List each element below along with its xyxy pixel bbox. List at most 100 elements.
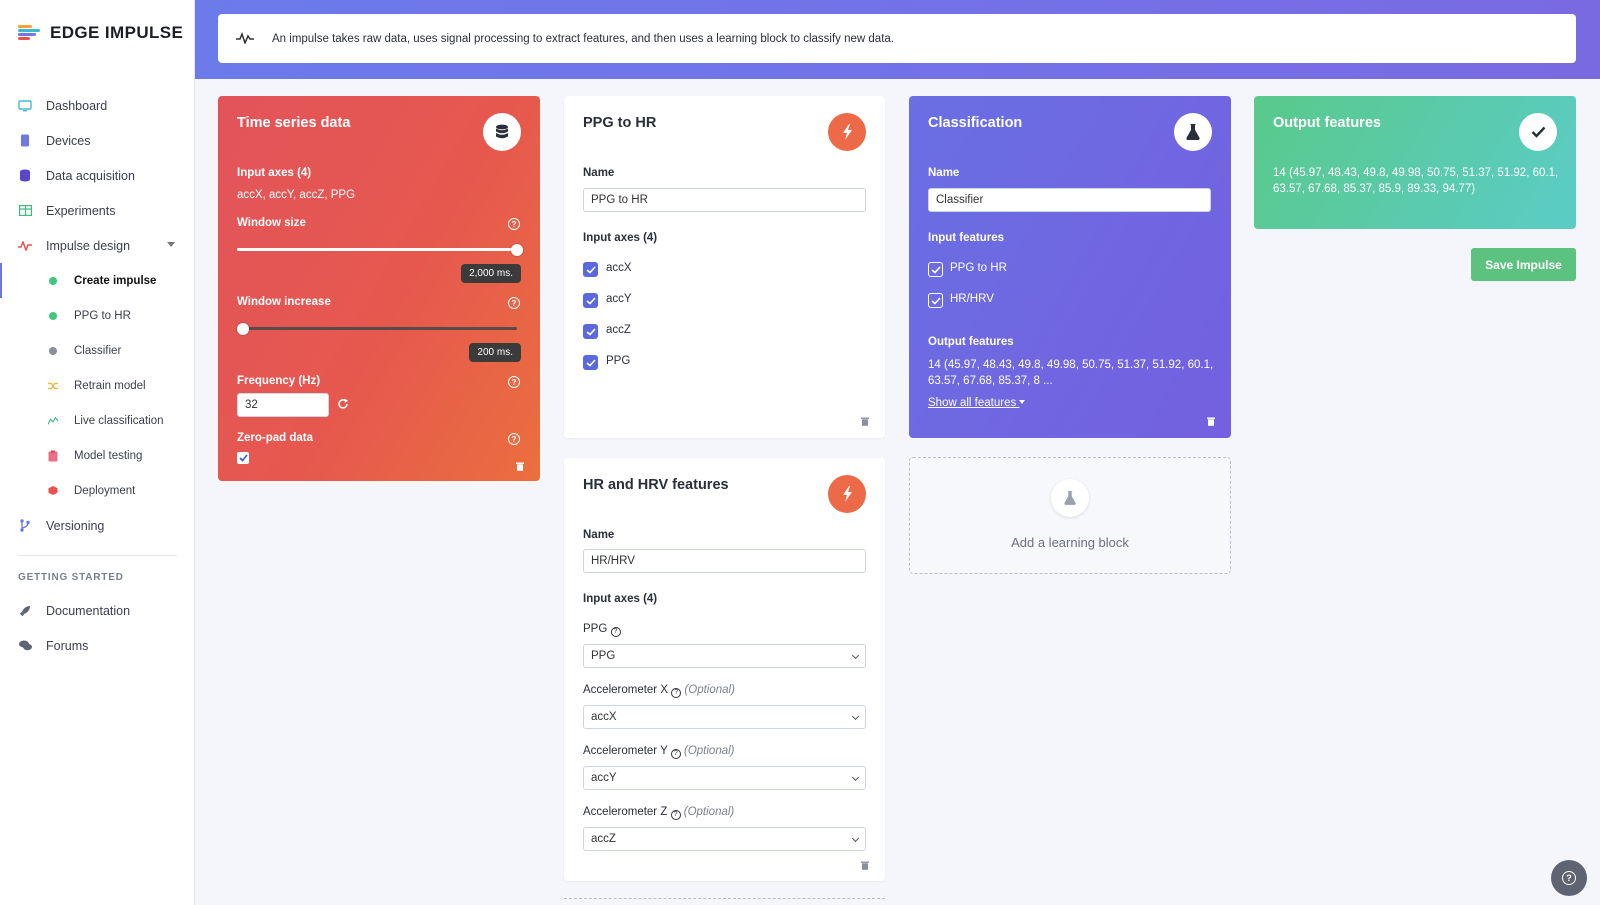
device-icon [18, 134, 32, 148]
save-impulse-button[interactable]: Save Impulse [1471, 248, 1576, 281]
output-features-value: 14 (45.97, 48.43, 49.8, 49.98, 50.75, 51… [1273, 167, 1559, 195]
bolt-icon [828, 113, 866, 151]
trash-icon[interactable] [861, 858, 869, 870]
time-series-card: Time series data Input axes (4) accX, ac… [218, 96, 540, 481]
sidebar-item-label: Model testing [74, 449, 143, 462]
accz-field-label: Accelerometer Z ? (Optional) [583, 806, 735, 820]
axis-label: accY [606, 293, 632, 305]
add-block-placeholder[interactable] [564, 898, 885, 905]
sidebar-item-label: Forums [46, 638, 89, 653]
window-size-slider-handle[interactable] [511, 244, 523, 256]
show-all-features-link[interactable]: Show all features [928, 397, 1026, 409]
chevron-down-icon [851, 834, 860, 843]
sidebar-item-label: Versioning [46, 518, 105, 533]
sidebar-item-impulse-design[interactable]: Impulse design [0, 228, 195, 263]
accz-select[interactable]: accZ [583, 827, 866, 851]
sidebar-section-heading: GETTING STARTED [18, 572, 124, 583]
axis-checkbox[interactable] [583, 355, 598, 370]
card-title: PPG to HR [583, 115, 657, 131]
sidebar-subitem-live-classification[interactable]: Live classification [0, 403, 195, 438]
chevron-down-icon [851, 773, 860, 782]
sidebar-subitem-retrain-model[interactable]: Retrain model [0, 368, 195, 403]
name-input[interactable]: PPG to HR [583, 188, 866, 212]
select-value: accZ [591, 833, 616, 845]
sidebar-nav: Dashboard Devices Data acquisition Exper… [0, 88, 195, 663]
refresh-icon[interactable] [337, 398, 349, 413]
name-input[interactable]: HR/HRV [583, 549, 866, 573]
card-title: HR and HRV features [583, 477, 729, 493]
chevron-down-icon [851, 651, 860, 660]
help-icon[interactable]: ? [508, 218, 520, 230]
window-increase-label: Window increase [237, 296, 331, 308]
sidebar-item-experiments[interactable]: Experiments [0, 193, 195, 228]
trash-icon[interactable] [516, 459, 524, 471]
trash-icon[interactable] [861, 414, 869, 426]
input-axes-label: Input axes (4) [237, 167, 312, 179]
axis-label: accX [606, 262, 632, 274]
accx-field-label: Accelerometer X ? (Optional) [583, 684, 735, 698]
sidebar-item-label: Devices [46, 133, 91, 148]
help-icon[interactable]: ? [670, 749, 681, 759]
sidebar-item-data-acquisition[interactable]: Data acquisition [0, 158, 195, 193]
axis-checkbox[interactable] [583, 324, 598, 339]
sidebar-item-devices[interactable]: Devices [0, 123, 195, 158]
axis-checkbox[interactable] [583, 262, 598, 277]
monitor-icon [18, 99, 32, 113]
sidebar-item-label: Classifier [74, 344, 122, 357]
zero-pad-label: Zero-pad data [237, 432, 314, 444]
info-box: An impulse takes raw data, uses signal p… [218, 14, 1576, 63]
sidebar-subitem-model-testing[interactable]: Model testing [0, 438, 195, 473]
help-icon[interactable]: ? [508, 376, 520, 388]
name-label: Name [928, 167, 960, 179]
frequency-label: Frequency (Hz) [237, 375, 321, 387]
hr-hrv-card: HR and HRV features Name HR/HRV Input ax… [564, 458, 885, 881]
sidebar-item-label: Create impulse [74, 274, 157, 287]
sidebar-item-forums[interactable]: Forums [0, 628, 195, 663]
sidebar-item-label: Experiments [46, 203, 116, 218]
window-increase-slider-handle[interactable] [236, 323, 249, 335]
shuffle-icon [48, 381, 58, 391]
bolt-icon [828, 475, 866, 513]
ppg-to-hr-card: PPG to HR Name PPG to HR Input axes (4) … [564, 96, 885, 438]
axis-label: accZ [606, 324, 631, 336]
help-icon[interactable]: ? [610, 627, 621, 637]
window-size-label: Window size [237, 217, 306, 229]
help-icon[interactable]: ? [508, 297, 520, 309]
sidebar-item-versioning[interactable]: Versioning [0, 508, 195, 543]
ppg-select[interactable]: PPG [583, 644, 866, 668]
name-label: Name [583, 167, 615, 179]
trash-icon[interactable] [1207, 414, 1215, 426]
help-icon[interactable]: ? [671, 688, 682, 698]
pulse-icon [236, 31, 256, 46]
window-increase-slider[interactable] [237, 327, 517, 330]
frequency-input[interactable]: 32 [237, 393, 329, 417]
help-fab[interactable]: ? [1551, 860, 1587, 896]
brand-logo[interactable]: EDGE IMPULSE [18, 23, 183, 43]
feature-checkbox[interactable] [928, 293, 943, 308]
pulse-icon [18, 239, 32, 253]
window-size-slider[interactable] [237, 248, 517, 251]
sidebar-item-label: Data acquisition [46, 168, 135, 183]
sidebar-item-dashboard[interactable]: Dashboard [0, 88, 195, 123]
input-axes-label: Input axes (4) [583, 232, 658, 244]
sidebar-subitem-deployment[interactable]: Deployment [0, 473, 195, 508]
accy-select[interactable]: accY [583, 766, 866, 790]
add-learning-block[interactable]: Add a learning block [909, 457, 1231, 574]
accx-select[interactable]: accX [583, 705, 866, 729]
status-dot-icon [48, 311, 58, 321]
sidebar: EDGE IMPULSE Dashboard Devices Data acqu… [0, 0, 195, 905]
sidebar-subitem-classifier[interactable]: Classifier [0, 333, 195, 368]
help-icon[interactable]: ? [670, 810, 681, 820]
sidebar-subitem-create-impulse[interactable]: Create impulse [0, 263, 195, 298]
zero-pad-checkbox[interactable] [237, 452, 249, 464]
name-input[interactable]: Classifier [928, 188, 1211, 212]
select-value: accY [591, 772, 617, 784]
database-icon [18, 169, 32, 183]
feature-checkbox[interactable] [928, 262, 943, 277]
sidebar-item-documentation[interactable]: Documentation [0, 593, 195, 628]
name-label: Name [583, 529, 615, 541]
axis-checkbox[interactable] [583, 293, 598, 308]
card-title: Time series data [237, 115, 351, 131]
sidebar-subitem-ppg-to-hr[interactable]: PPG to HR [0, 298, 195, 333]
help-icon[interactable]: ? [508, 433, 520, 445]
